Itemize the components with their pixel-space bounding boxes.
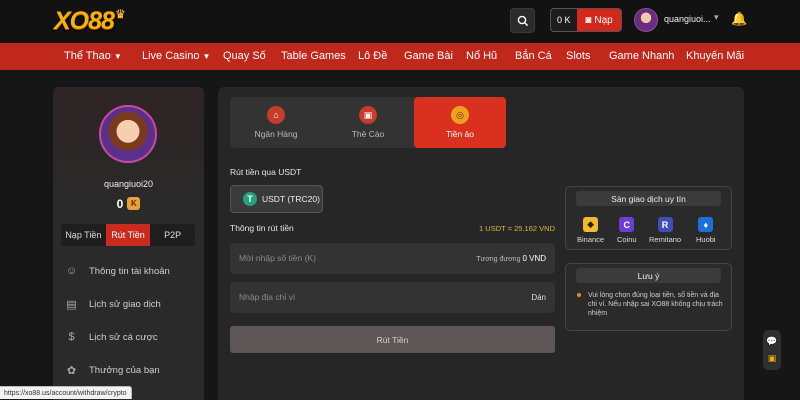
exchanges-title: Sàn giao dịch uy tín [576,191,721,206]
amount-field[interactable]: Mời nhập số tiền (K) Tương đương 0 VND [230,243,555,274]
note-title: Lưu ý [576,268,721,283]
deposit-button[interactable]: ◙ Nạp [577,9,621,31]
floating-actions: 💬 ▣ [763,330,781,370]
exchange-binance[interactable]: ◆ Binance [577,217,604,244]
nav-sports[interactable]: Thể Thao ▼ [64,43,122,70]
address-placeholder: Nhập địa chỉ ví [239,292,296,302]
sidebar-item-transaction-history[interactable]: ▤ Lịch sử giao dịch [65,294,161,314]
header-balance-value: 0 K [557,15,571,25]
deposit-label: Nạp [594,14,613,26]
wallet-icon: ◙ [585,14,592,26]
nav-lottery[interactable]: Quay Số [223,43,266,70]
sidebar-item-rewards[interactable]: ✿ Thưởng của bạn [65,360,160,380]
binance-icon: ◆ [583,217,599,232]
tab-withdraw[interactable]: Rút Tiền [105,224,151,246]
header-username[interactable]: quangiuoi... [664,14,711,24]
coin-select-usdt[interactable]: T USDT (TRC20) [230,185,323,213]
tab-p2p[interactable]: P2P [150,224,195,246]
note-text: Vui lòng chọn đúng loại tiền, số tiền và… [588,292,723,317]
info-title: Thông tin rút tiền [230,223,294,233]
tab-bank[interactable]: ⌂ Ngân Hàng [230,97,322,148]
wallet-address-field[interactable]: Nhập địa chỉ ví Dán [230,282,555,313]
gift-icon: ✿ [66,364,77,377]
money-bag-icon: $ [68,331,75,343]
huobi-icon: ♦ [698,217,714,232]
remitano-icon: R [657,217,673,232]
chat-icon[interactable]: 💬 [766,336,777,347]
header-balance[interactable]: 0 K ◙ Nạp [550,8,622,32]
sidebar-item-bet-history[interactable]: $ Lịch sử cá cược [65,327,157,347]
bell-icon[interactable]: 🔔 [731,11,747,27]
nav-slots[interactable]: Slots [566,43,590,70]
chevron-down-icon: ▼ [202,52,211,61]
search-button[interactable] [510,8,535,33]
tether-icon: T [243,192,257,206]
nav-jackpot[interactable]: Nổ Hũ [466,43,497,70]
exchange-rate: 1 USDT = 25.162 VND [479,224,555,233]
coinu-icon: C [619,217,635,232]
nav-quick-games[interactable]: Game Nhanh [609,43,674,70]
chevron-down-icon[interactable]: ▾ [714,12,719,23]
nav-lo-de[interactable]: Lô Đề [358,43,387,70]
status-bar-url: https://xo88.us/account/withdraw/crypto [0,386,132,399]
user-icon: ☺ [65,265,78,277]
tab-deposit[interactable]: Nạp Tiền [61,224,106,246]
history-icon: ▤ [66,298,77,311]
tab-crypto[interactable]: ◎ Tiền ảo [414,97,506,148]
nav-fishing[interactable]: Bắn Cá [515,43,552,70]
nav-live-casino[interactable]: Live Casino ▼ [142,43,210,70]
withdraw-submit-button[interactable]: Rút Tiền [230,326,555,353]
sidebar-username: quangiuoi20 [103,179,154,189]
paste-button[interactable]: Dán [531,293,546,302]
sidebar-tabs: Nạp Tiền Rút Tiền P2P [61,224,195,246]
card-icon: ▣ [359,106,377,124]
crown-icon: ♛ [114,7,126,21]
exchange-coinu[interactable]: C Coinu [617,217,637,244]
bank-icon: ⌂ [267,106,285,124]
tab-scratch-card[interactable]: ▣ Thẻ Cào [322,97,414,148]
logo-text: XO88 [54,6,115,35]
chevron-down-icon: ▼ [113,52,122,61]
main-nav: Thể Thao ▼ Live Casino ▼ Quay Số Table Gam… [0,43,800,70]
gift-box-icon[interactable]: ▣ [768,353,777,364]
note-card: Lưu ý Vui lòng chọn đúng loại tiền, số t… [565,263,732,331]
search-icon [517,15,528,26]
sidebar-item-account-info[interactable]: ☺ Thông tin tài khoản [65,261,170,281]
bullet-icon [577,293,581,297]
sidebar-balance-value: 0 [116,196,124,211]
site-logo[interactable]: XO88 ♛ [54,6,126,36]
exchange-remitano[interactable]: R Remitano [649,217,681,244]
nav-promotions[interactable]: Khuyến Mãi [686,43,744,70]
sidebar-balance: 0K [53,195,204,213]
coin-icon: ◎ [451,106,469,124]
currency-badge: K [127,197,141,211]
exchanges-card: Sàn giao dịch uy tín ◆ Binance C Coinu R Re… [565,186,732,250]
nav-table-games[interactable]: Table Games [281,43,346,70]
top-bar: XO88 ♛ 0 K ◙ Nạp quangiuoi... ▾ 🔔 [0,0,800,43]
amount-placeholder: Mời nhập số tiền (K) [239,253,316,263]
nav-card-games[interactable]: Game Bài [404,43,453,70]
equivalent-amount: Tương đương 0 VND [476,254,546,263]
withdraw-title: Rút tiền qua USDT [230,167,302,177]
avatar[interactable] [99,105,157,163]
exchange-huobi[interactable]: ♦ Huobi [696,217,716,244]
header-avatar[interactable] [634,8,658,32]
